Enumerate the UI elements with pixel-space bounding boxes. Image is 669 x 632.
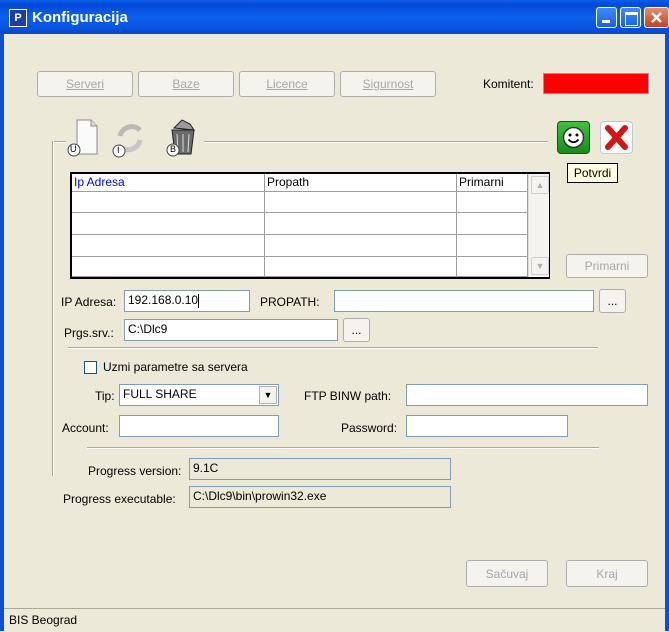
komitent-field[interactable] [543, 73, 649, 94]
account-input[interactable] [119, 415, 279, 437]
separator-1 [68, 347, 598, 349]
status-text: BIS Beograd [9, 613, 78, 627]
table-row[interactable] [72, 213, 265, 235]
uzmi-label: Uzmi parametre sa servera [103, 360, 248, 374]
sacuvaj-button[interactable]: Sačuvaj [466, 560, 548, 587]
komitent-label: Komitent: [483, 77, 534, 91]
prgs-browse-button[interactable]: ... [343, 318, 370, 342]
sigurnost-button[interactable]: Sigurnost [340, 71, 436, 97]
separator-2 [87, 447, 599, 449]
account-label: Account: [62, 421, 109, 435]
window-frame-right [665, 34, 669, 631]
ftp-input[interactable] [406, 384, 648, 406]
title-bar: P Konfiguracija [0, 0, 669, 34]
licence-button[interactable]: Licence [239, 71, 335, 97]
new-icon[interactable]: U [67, 118, 99, 158]
progress-exe-label: Progress executable: [63, 492, 176, 506]
ip-input[interactable]: 192.168.0.10 [124, 290, 250, 312]
table-row[interactable] [72, 257, 265, 277]
progress-exe-field: C:\Dlc9\bin\prowin32.exe [189, 486, 451, 508]
close-button[interactable] [644, 7, 669, 28]
table-cell[interactable] [457, 192, 528, 213]
close-icon [651, 12, 662, 23]
column-header-propath[interactable]: Propath [265, 174, 457, 192]
scroll-up-icon[interactable]: ▲ [531, 176, 549, 194]
propath-label: PROPATH: [260, 295, 320, 309]
progress-version-field: 9.1C [189, 458, 451, 480]
minimize-button[interactable] [596, 7, 617, 28]
chevron-down-icon[interactable]: ▼ [259, 386, 277, 404]
prgs-label: Prgs.srv.: [64, 326, 114, 340]
propath-input[interactable] [334, 290, 594, 312]
progress-version-label: Progress version: [88, 464, 182, 478]
ip-label: IP Adresa: [61, 295, 117, 309]
propath-browse-button[interactable]: ... [599, 289, 626, 313]
maximize-icon [625, 12, 638, 26]
password-input[interactable] [406, 415, 568, 437]
baze-button[interactable]: Baze [138, 71, 234, 97]
table-cell[interactable] [457, 235, 528, 257]
table-row[interactable] [72, 192, 265, 213]
status-bar: BIS Beograd [4, 608, 665, 632]
column-header-ip[interactable]: Ip Adresa [72, 174, 265, 192]
table-cell[interactable] [265, 235, 457, 257]
maximize-button[interactable] [620, 7, 641, 28]
red-x-icon [605, 125, 628, 150]
smiley-icon [562, 126, 585, 149]
ftp-label: FTP BINW path: [304, 389, 392, 403]
kraj-button[interactable]: Kraj [566, 560, 648, 587]
tip-select[interactable]: FULL SHARE ▼ [119, 384, 279, 406]
app-icon: P [9, 9, 27, 27]
uzmi-checkbox[interactable] [84, 361, 97, 374]
table-cell[interactable] [457, 213, 528, 235]
table-cell[interactable] [265, 257, 457, 277]
window-frame-left [0, 34, 4, 631]
cancel-button[interactable] [600, 121, 633, 154]
column-header-primarni[interactable]: Primarni [457, 174, 528, 192]
group-line-top-left [52, 141, 66, 143]
table-row[interactable] [72, 235, 265, 257]
minimize-icon [602, 20, 610, 23]
confirm-button[interactable] [557, 121, 590, 154]
serveri-button[interactable]: Serveri [37, 71, 133, 97]
table-scrollbar[interactable]: ▲ ▼ [528, 174, 549, 277]
group-line-top [204, 141, 548, 143]
prgs-input[interactable]: C:\Dlc9 [124, 319, 338, 341]
ip-table[interactable]: Ip Adresa Propath Primarni [70, 172, 550, 279]
scroll-down-icon[interactable]: ▼ [531, 257, 549, 275]
table-cell[interactable] [265, 213, 457, 235]
trash-icon[interactable]: B [160, 118, 200, 158]
window-title: Konfiguracija [32, 9, 128, 26]
tip-label: Tip: [95, 389, 115, 403]
table-cell[interactable] [265, 192, 457, 213]
potvrdi-tooltip: Potvrdi [567, 163, 618, 183]
primarni-button[interactable]: Primarni [566, 254, 648, 278]
group-line-left [52, 141, 54, 476]
refresh-icon[interactable]: I [112, 120, 146, 158]
password-label: Password: [341, 421, 398, 435]
table-cell[interactable] [457, 257, 528, 277]
